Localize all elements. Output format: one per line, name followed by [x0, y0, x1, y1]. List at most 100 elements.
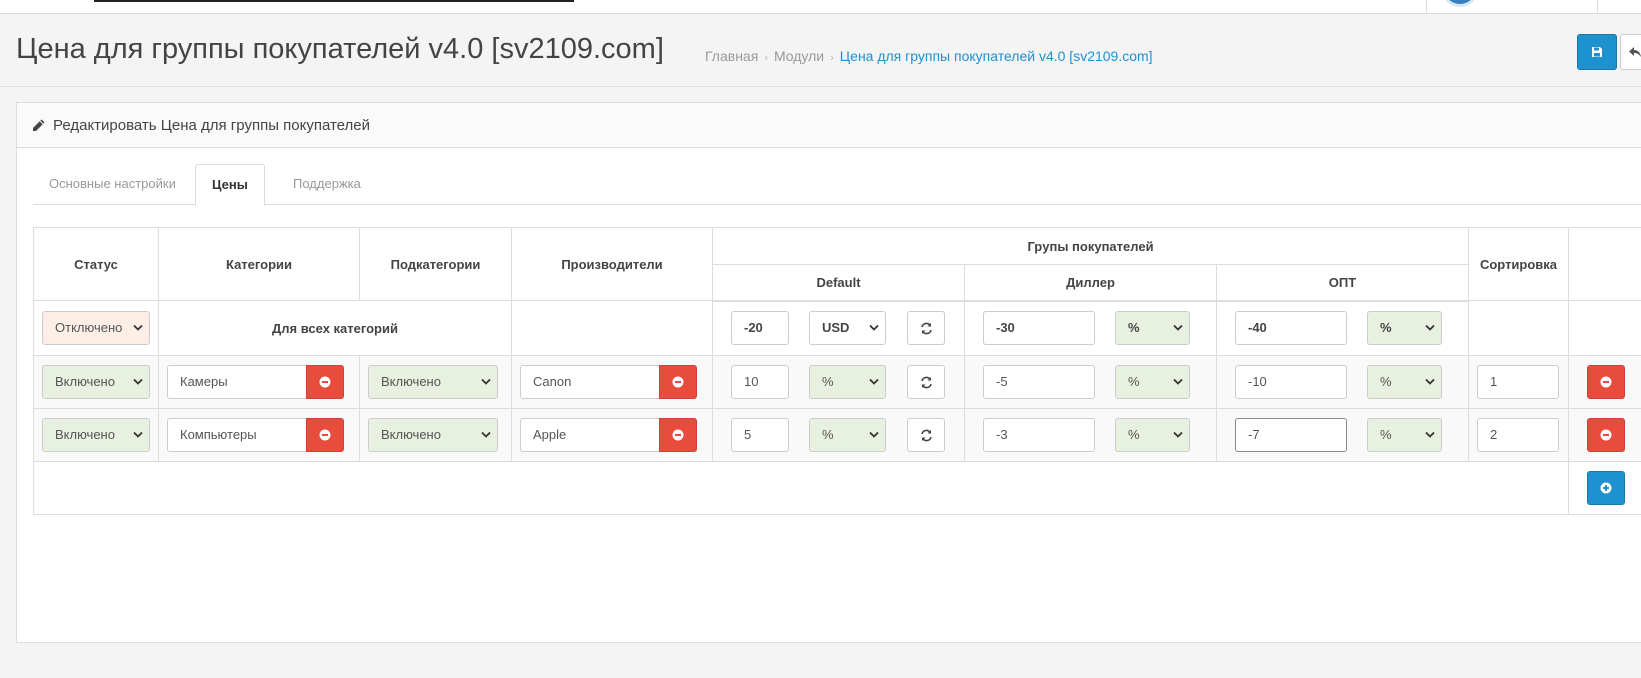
diller-discount-input[interactable]: -3: [983, 418, 1095, 452]
tab-support[interactable]: Поддержка: [277, 164, 377, 206]
sort-order-input[interactable]: 1: [1477, 365, 1560, 399]
opt-unit-value: %: [1380, 374, 1392, 389]
column-header-status: Статус: [33, 227, 159, 301]
sort-order-input[interactable]: 2: [1477, 418, 1560, 452]
chevron-down-icon: [133, 431, 143, 439]
default-discount-input[interactable]: 5: [731, 418, 789, 452]
all-categories-label: Для всех категорий: [272, 320, 398, 336]
column-header-categories: Категории: [158, 227, 360, 301]
remove-manufacturer-button[interactable]: [659, 418, 697, 452]
status-select[interactable]: Включено: [42, 365, 150, 399]
chevron-down-icon: [1173, 378, 1183, 386]
chevron-down-icon: [869, 325, 879, 332]
diller-unit-select[interactable]: %: [1115, 365, 1190, 399]
chevron-down-icon: [133, 324, 143, 332]
column-header-sort: Сортировка: [1468, 227, 1570, 301]
diller-discount-input[interactable]: -5: [983, 365, 1095, 399]
chevron-down-icon: [1173, 325, 1183, 332]
minus-circle-icon: [319, 376, 331, 388]
add-row-button[interactable]: [1587, 471, 1626, 505]
page-header: Цена для группы покупателей v4.0 [sv2109…: [0, 15, 1641, 87]
refresh-icon: [920, 376, 932, 388]
status-select[interactable]: Отключено: [42, 311, 150, 345]
breadcrumb-modules[interactable]: Модули: [774, 48, 824, 64]
remove-row-button[interactable]: [1587, 418, 1626, 452]
status-select-value: Включено: [55, 374, 115, 389]
breadcrumb-current[interactable]: Цена для группы покупателей v4.0 [sv2109…: [840, 48, 1153, 64]
chevron-down-icon: [481, 378, 491, 386]
column-header-manufacturers: Производители: [511, 227, 713, 301]
opt-discount-input[interactable]: -40: [1235, 311, 1347, 346]
remove-category-button[interactable]: [306, 365, 344, 399]
search-underline: [94, 0, 574, 2]
default-unit-value: %: [822, 427, 834, 442]
default-unit-value: %: [822, 374, 834, 389]
group-header-diller: Диллер: [964, 264, 1217, 302]
remove-manufacturer-button[interactable]: [659, 365, 697, 399]
status-select-value: Включено: [55, 427, 115, 442]
subcategory-select-value: Включено: [381, 427, 441, 442]
refresh-button[interactable]: [907, 311, 945, 346]
save-button[interactable]: [1577, 34, 1617, 70]
refresh-button[interactable]: [907, 365, 945, 399]
manufacturer-input[interactable]: Apple: [520, 418, 660, 452]
tab-bar: Основные настройки Цены Поддержка: [33, 163, 1641, 206]
subcategory-select[interactable]: Включено: [368, 418, 498, 452]
default-unit-select[interactable]: USD: [809, 311, 886, 346]
opt-unit-select[interactable]: %: [1367, 365, 1442, 399]
chevron-down-icon: [1173, 431, 1183, 439]
opt-unit-value: %: [1380, 320, 1392, 336]
diller-discount-input[interactable]: -30: [983, 311, 1095, 346]
breadcrumb-separator: ›: [830, 52, 834, 64]
top-navbar: [0, 0, 1641, 14]
chevron-down-icon: [481, 431, 491, 439]
opt-unit-select[interactable]: %: [1367, 311, 1442, 346]
group-header-opt: ОПТ: [1215, 264, 1470, 302]
panel-heading: Редактировать Цена для группы покупателе…: [17, 103, 1641, 148]
breadcrumb-separator: ›: [764, 52, 768, 64]
tab-general-settings[interactable]: Основные настройки: [33, 164, 192, 206]
status-select[interactable]: Включено: [42, 418, 150, 452]
column-header-customer-groups: Грyпы покупателей: [711, 227, 1470, 265]
manufacturer-input[interactable]: Canon: [520, 365, 660, 399]
chevron-down-icon: [869, 378, 879, 386]
panel-title: Редактировать Цена для группы покупателе…: [53, 116, 370, 134]
opt-unit-select[interactable]: %: [1367, 418, 1442, 452]
opt-discount-input[interactable]: -10: [1235, 365, 1347, 399]
default-unit-value: USD: [822, 320, 850, 336]
table-footer-row: [32, 461, 1641, 515]
opt-unit-value: %: [1380, 427, 1392, 442]
prices-table: Статус Категории Подкатегории Производит…: [32, 227, 1641, 515]
category-input[interactable]: Компьютеры: [167, 418, 307, 452]
save-icon: [1592, 47, 1602, 57]
column-header-subcategories: Подкатегории: [359, 227, 512, 301]
tab-prices[interactable]: Цены: [195, 164, 265, 206]
default-unit-select[interactable]: %: [809, 365, 886, 399]
opt-discount-input[interactable]: -7: [1235, 418, 1347, 452]
default-discount-input[interactable]: 10: [731, 365, 789, 399]
diller-unit-select[interactable]: %: [1115, 311, 1190, 346]
diller-unit-select[interactable]: %: [1115, 418, 1190, 452]
subcategory-select-value: Включено: [381, 374, 441, 389]
category-input[interactable]: Камеры: [167, 365, 307, 399]
table-row: Включено Компьютеры Включено Apple 5 % -…: [33, 408, 1641, 462]
table-row: Включено Камеры Включено Canon 10 % -5 %…: [33, 355, 1641, 409]
default-discount-input[interactable]: -20: [731, 311, 789, 346]
column-header-actions: [1568, 227, 1641, 301]
remove-category-button[interactable]: [306, 418, 344, 452]
chevron-down-icon: [1425, 431, 1435, 439]
plus-circle-icon: [1600, 482, 1612, 494]
remove-row-button[interactable]: [1587, 365, 1626, 399]
page-title: Цена для группы покупателей v4.0 [sv2109…: [16, 33, 664, 65]
diller-unit-value: %: [1128, 320, 1140, 336]
refresh-icon: [920, 322, 932, 335]
breadcrumb-home[interactable]: Главная: [705, 48, 758, 64]
minus-circle-icon: [1600, 376, 1612, 388]
chevron-down-icon: [869, 431, 879, 439]
back-button[interactable]: [1620, 34, 1641, 70]
refresh-button[interactable]: [907, 418, 945, 452]
avatar[interactable]: [1443, 0, 1477, 7]
minus-circle-icon: [672, 429, 684, 441]
subcategory-select[interactable]: Включено: [368, 365, 498, 399]
default-unit-select[interactable]: %: [809, 418, 886, 452]
